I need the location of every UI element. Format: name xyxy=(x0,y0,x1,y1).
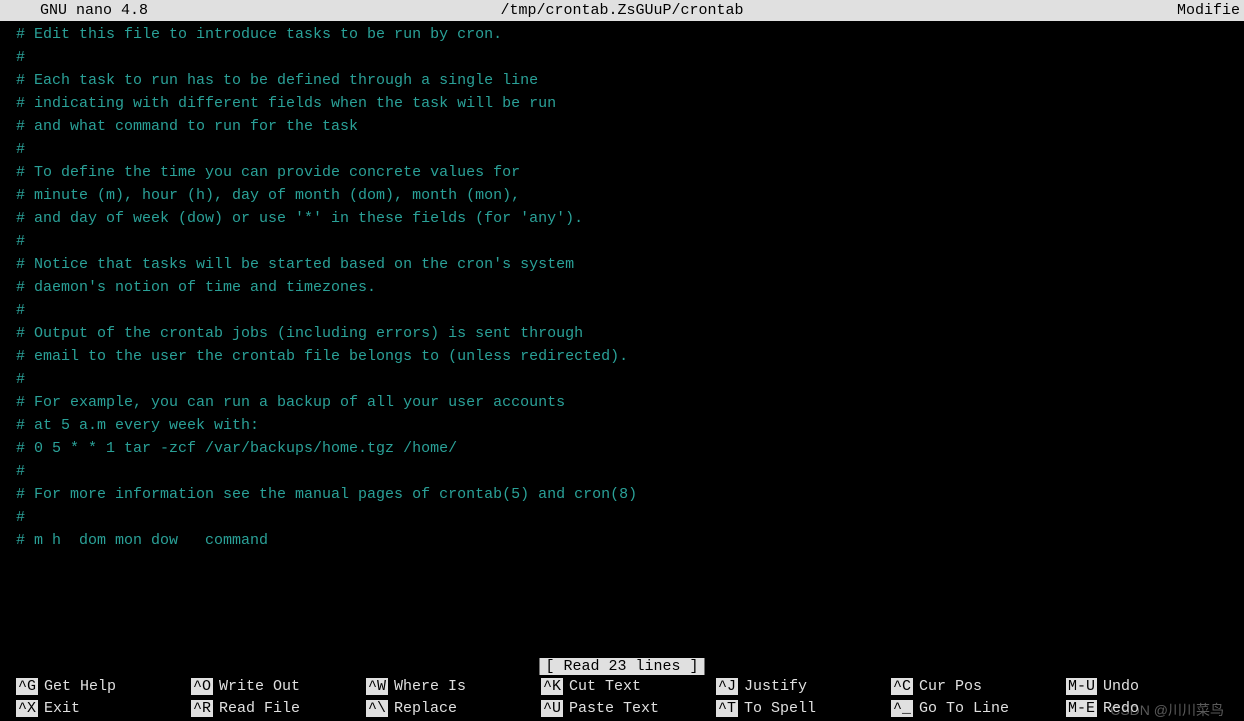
menu-item[interactable]: ^U Paste Text xyxy=(541,700,716,717)
editor-line: # at 5 a.m every week with: xyxy=(16,414,1244,437)
menu-label: Exit xyxy=(44,700,80,717)
menu-item[interactable]: ^_ Go To Line xyxy=(891,700,1066,717)
status-message: [ Read 23 lines ] xyxy=(539,658,704,675)
editor-line: # xyxy=(16,368,1244,391)
menu-item[interactable]: ^T To Spell xyxy=(716,700,891,717)
menu-item[interactable]: ^W Where Is xyxy=(366,678,541,695)
menu-item[interactable]: ^O Write Out xyxy=(191,678,366,695)
menu-key: ^T xyxy=(716,700,738,717)
menu-key: ^G xyxy=(16,678,38,695)
menu-label: Write Out xyxy=(219,678,300,695)
editor-line: # m h dom mon dow command xyxy=(16,529,1244,552)
menu-item[interactable]: ^\ Replace xyxy=(366,700,541,717)
menu-item[interactable]: ^J Justify xyxy=(716,678,891,695)
menu-item[interactable]: M-U Undo xyxy=(1066,678,1241,695)
menu-key: ^_ xyxy=(891,700,913,717)
editor-line: # xyxy=(16,506,1244,529)
menu-key: ^W xyxy=(366,678,388,695)
editor-line: # xyxy=(16,46,1244,69)
menu-label: Get Help xyxy=(44,678,116,695)
editor-line: # xyxy=(16,230,1244,253)
menu-key: M-E xyxy=(1066,700,1097,717)
editor-line: # To define the time you can provide con… xyxy=(16,161,1244,184)
menu-label: To Spell xyxy=(744,700,816,717)
shortcut-menu: ^G Get Help ^O Write Out ^W Where Is ^K Cut Tex… xyxy=(0,675,1244,721)
file-path: /tmp/crontab.ZsGUuP/crontab xyxy=(500,2,743,19)
menu-item[interactable]: ^G Get Help xyxy=(16,678,191,695)
editor-line: # xyxy=(16,299,1244,322)
editor-line: # daemon's notion of time and timezones. xyxy=(16,276,1244,299)
editor-line: # indicating with different fields when … xyxy=(16,92,1244,115)
menu-key: ^U xyxy=(541,700,563,717)
menu-label: Justify xyxy=(744,678,807,695)
editor-line: # Output of the crontab jobs (including … xyxy=(16,322,1244,345)
menu-row-2: ^X Exit ^R Read File ^\ Replace ^U Paste Text ^T… xyxy=(16,697,1228,719)
menu-label: Where Is xyxy=(394,678,466,695)
menu-label: Undo xyxy=(1103,678,1139,695)
menu-key: ^\ xyxy=(366,700,388,717)
menu-key: ^R xyxy=(191,700,213,717)
menu-item[interactable]: ^K Cut Text xyxy=(541,678,716,695)
menu-key: ^K xyxy=(541,678,563,695)
editor-content[interactable]: # Edit this file to introduce tasks to b… xyxy=(0,21,1244,552)
editor-line: # Edit this file to introduce tasks to b… xyxy=(16,23,1244,46)
editor-line: # and what command to run for the task xyxy=(16,115,1244,138)
editor-line: # For example, you can run a backup of a… xyxy=(16,391,1244,414)
menu-label: Cut Text xyxy=(569,678,641,695)
menu-item[interactable]: ^X Exit xyxy=(16,700,191,717)
editor-line: # 0 5 * * 1 tar -zcf /var/backups/home.t… xyxy=(16,437,1244,460)
editor-line: # xyxy=(16,460,1244,483)
editor-line: # Each task to run has to be defined thr… xyxy=(16,69,1244,92)
editor-line: # and day of week (dow) or use '*' in th… xyxy=(16,207,1244,230)
title-bar: GNU nano 4.8 /tmp/crontab.ZsGUuP/crontab… xyxy=(0,0,1244,21)
menu-key: ^O xyxy=(191,678,213,695)
menu-key: ^X xyxy=(16,700,38,717)
editor-line: # xyxy=(16,138,1244,161)
editor-line: # Notice that tasks will be started base… xyxy=(16,253,1244,276)
menu-item[interactable]: ^C Cur Pos xyxy=(891,678,1066,695)
app-name: GNU nano 4.8 xyxy=(40,2,148,19)
editor-line: # minute (m), hour (h), day of month (do… xyxy=(16,184,1244,207)
modified-status: Modifie xyxy=(1177,2,1240,19)
menu-key: ^C xyxy=(891,678,913,695)
menu-label: Go To Line xyxy=(919,700,1009,717)
menu-label: Paste Text xyxy=(569,700,659,717)
menu-key: M-U xyxy=(1066,678,1097,695)
menu-row-1: ^G Get Help ^O Write Out ^W Where Is ^K Cut Tex… xyxy=(16,675,1228,697)
menu-label: Cur Pos xyxy=(919,678,982,695)
menu-label: Read File xyxy=(219,700,300,717)
menu-label: Replace xyxy=(394,700,457,717)
editor-line: # For more information see the manual pa… xyxy=(16,483,1244,506)
menu-item[interactable]: ^R Read File xyxy=(191,700,366,717)
menu-key: ^J xyxy=(716,678,738,695)
editor-line: # email to the user the crontab file bel… xyxy=(16,345,1244,368)
watermark: CSDN @川川菜鸟 xyxy=(1110,700,1224,720)
